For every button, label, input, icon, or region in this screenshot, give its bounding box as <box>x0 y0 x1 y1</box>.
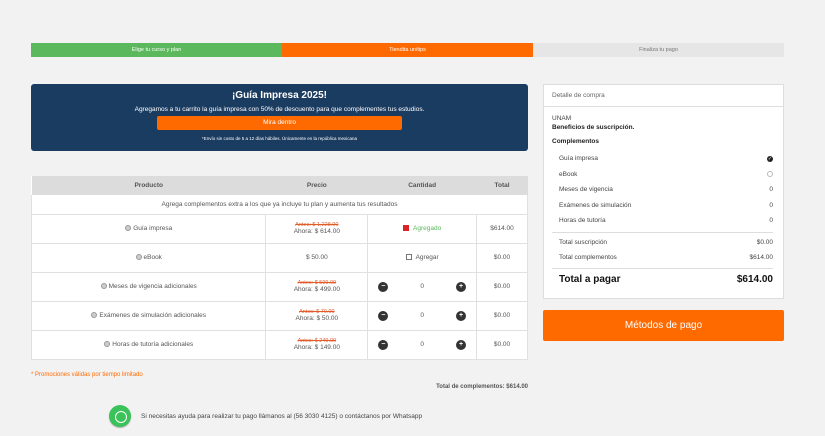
summary-item-label: Guía impresa <box>559 155 599 163</box>
added-label: Agregado <box>413 225 442 232</box>
minus-icon[interactable]: − <box>378 339 389 350</box>
table-row: Guía impresa Antes: $ 1,228.00 Ahora: $ 6… <box>30 213 528 244</box>
summary-item: Guía impresa ✓ <box>559 151 773 167</box>
help-section: Si necesitas ayuda para realizar tu pago… <box>109 405 422 427</box>
step-store[interactable]: Tiendita unitips <box>282 43 533 57</box>
product-name: eBook <box>143 254 162 261</box>
row-total: $0.00 <box>476 242 528 273</box>
summary-item-value: 0 <box>769 217 773 225</box>
summary-item: Horas de tutoría 0 <box>559 213 773 229</box>
summary-item: eBook <box>559 167 773 183</box>
header-total: Total <box>476 176 528 195</box>
add-checkbox[interactable] <box>403 225 410 232</box>
help-text: Si necesitas ayuda para realizar tu pago… <box>141 412 423 420</box>
product-name: Guía impresa <box>133 225 173 232</box>
promo-note: * Promociones válidas por tiempo limitad… <box>31 372 143 378</box>
grand-total-label: Total a pagar <box>559 273 621 285</box>
table-intro: Agrega complementos extra a los que ya i… <box>31 195 528 215</box>
total-complements-row: Total complementos $614.00 <box>559 250 773 265</box>
summary-item-label: Exámenes de simulación <box>559 201 632 209</box>
banner-title: ¡Guía Impresa 2025! <box>231 90 328 101</box>
summary-item-label: Meses de vigencia <box>559 186 613 194</box>
row-total: $0.00 <box>476 271 528 302</box>
plus-icon[interactable]: + <box>456 281 467 292</box>
current-price: Ahora: $ 149.00 <box>293 344 340 351</box>
info-icon[interactable] <box>104 341 111 348</box>
total-subscription-value: $0.00 <box>756 238 773 246</box>
summary-item: Meses de vigencia 0 <box>559 182 773 198</box>
row-total: $0.00 <box>476 300 528 331</box>
summary-item-label: Horas de tutoría <box>559 217 606 225</box>
checkout-steps: Elige tu curso y plan Tiendita unitips F… <box>31 43 784 57</box>
table-row: eBook $ 50.00 Agregar $0.00 <box>30 242 528 273</box>
current-price: Ahora: $ 50.00 <box>295 315 339 322</box>
info-icon[interactable] <box>125 225 132 232</box>
plus-icon[interactable]: + <box>456 339 467 350</box>
quantity-stepper: − 0 + <box>368 281 476 292</box>
payment-methods-button[interactable]: Métodos de pago <box>543 310 784 341</box>
step-finish-payment: Finaliza tu pago <box>533 43 784 57</box>
product-name: Horas de tutoría adicionales <box>112 341 194 348</box>
row-total: $614.00 <box>476 213 528 244</box>
info-icon[interactable] <box>91 312 98 319</box>
look-inside-button[interactable]: Mira dentro <box>157 116 402 130</box>
total-complements-value: $614.00 <box>749 253 774 261</box>
add-label: Agregar <box>415 254 439 261</box>
summary-header: Detalle de compra <box>544 85 783 107</box>
banner-note: *Envío sin costo de 5 a 12 días hábiles.… <box>201 136 358 141</box>
quantity-stepper: − 0 + <box>368 339 476 350</box>
plus-icon[interactable]: + <box>456 310 467 321</box>
current-price: Ahora: $ 499.00 <box>293 286 340 293</box>
complements-title: Complementos <box>552 138 599 145</box>
step-choose-course[interactable]: Elige tu curso y plan <box>31 43 282 57</box>
summary-item: Exámenes de simulación 0 <box>559 198 773 214</box>
info-icon[interactable] <box>100 283 107 290</box>
minus-icon[interactable]: − <box>378 310 389 321</box>
purchase-summary: Detalle de compra UNAM Beneficios de sus… <box>543 84 784 299</box>
quantity-value: 0 <box>420 341 424 348</box>
current-price: Ahora: $ 614.00 <box>293 228 340 235</box>
header-product: Producto <box>31 176 266 195</box>
banner-subtitle: Agregamos a tu carrito la guía impresa c… <box>134 106 425 113</box>
product-name: Meses de vigencia adicionales <box>108 283 197 290</box>
header-quantity: Cantidad <box>367 176 477 195</box>
quantity-value: 0 <box>420 312 424 319</box>
quantity-stepper: − 0 + <box>368 310 476 321</box>
minus-icon[interactable]: − <box>378 281 389 292</box>
row-total: $0.00 <box>476 329 528 360</box>
table-row: Exámenes de simulación adicionales Antes… <box>30 300 528 331</box>
whatsapp-icon[interactable] <box>109 405 131 427</box>
total-complements: Total de complementos: $614.00 <box>436 384 528 390</box>
header-price: Precio <box>265 176 368 195</box>
summary-item-value: 0 <box>769 201 773 209</box>
grand-total-value: $614.00 <box>736 273 773 285</box>
divider <box>552 231 773 233</box>
total-subscription-row: Total suscripción $0.00 <box>559 235 773 250</box>
check-icon: ✓ <box>767 155 773 162</box>
products-table: Producto Precio Cantidad Total Agrega co… <box>30 176 528 360</box>
total-subscription-label: Total suscripción <box>559 238 608 246</box>
summary-item-label: eBook <box>559 170 578 178</box>
add-checkbox[interactable] <box>405 254 412 261</box>
table-row: Horas de tutoría adicionales Antes: $ 24… <box>30 329 528 360</box>
summary-item-value: 0 <box>769 186 773 194</box>
info-icon[interactable] <box>135 254 142 261</box>
quantity-value: 0 <box>420 283 424 290</box>
total-complements-label: Total complementos <box>559 253 617 261</box>
university-name: UNAM <box>552 115 572 122</box>
product-name: Exámenes de simulación adicionales <box>99 312 207 319</box>
promo-banner: ¡Guía Impresa 2025! Agregamos a tu carri… <box>31 84 528 151</box>
current-price: $ 50.00 <box>265 242 369 273</box>
unchecked-icon <box>767 171 773 178</box>
table-row: Meses de vigencia adicionales Antes: $ 5… <box>30 271 528 302</box>
subscription-benefits: Beneficios de suscripción. <box>552 124 635 131</box>
grand-total-row: Total a pagar $614.00 <box>552 269 773 285</box>
